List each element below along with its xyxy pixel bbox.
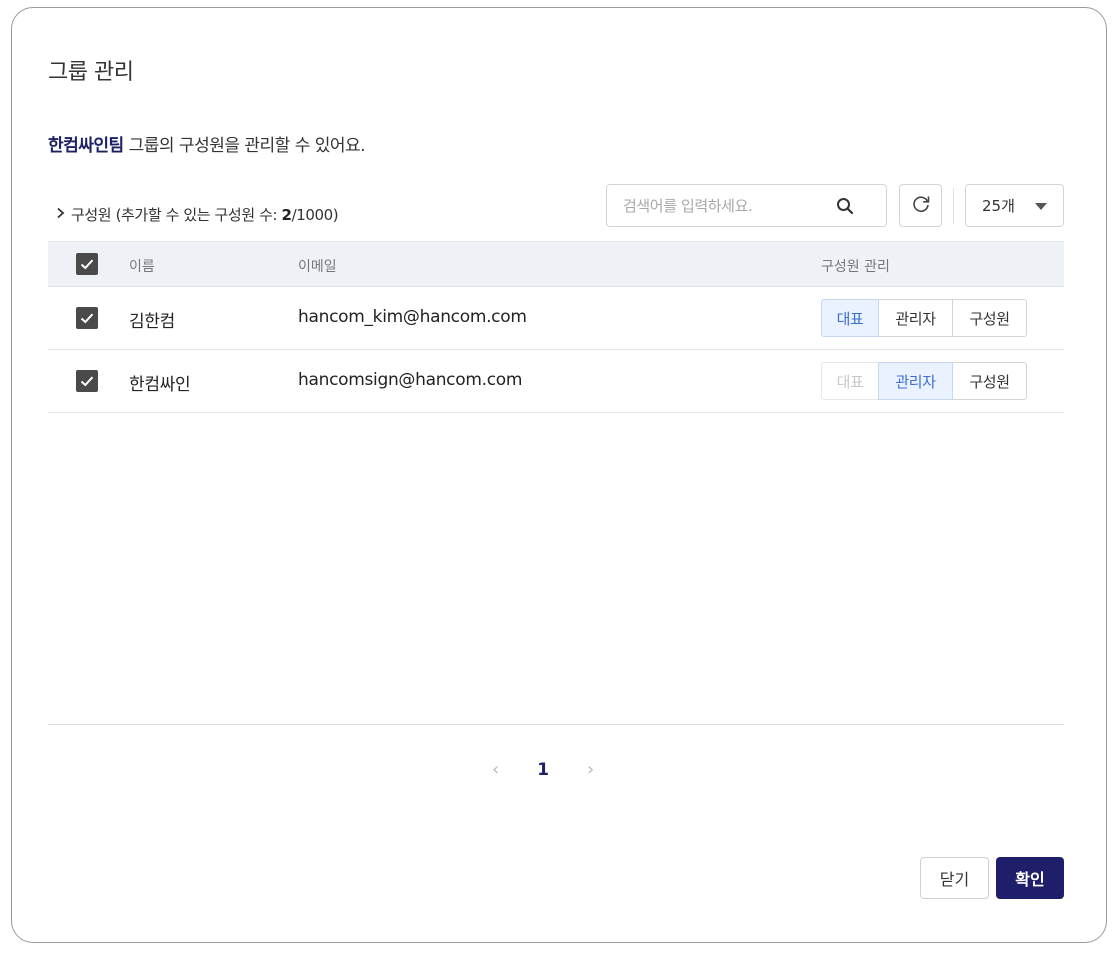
page-size-select[interactable]: 25개 [965,184,1064,227]
page-size-value: 25개 [982,197,1015,215]
member-count: 2 [281,206,292,224]
chevron-right-icon [56,207,65,223]
role-member-button[interactable]: 구성원 [952,299,1027,337]
close-button[interactable]: 닫기 [920,857,989,899]
table-row: 김한컴 hancom_kim@hancom.com 대표 관리자 구성원 [48,287,1064,350]
member-summary-label: 구성원 (추가할 수 있는 구성원 수: 2/1000) [71,204,339,225]
member-email: hancom_kim@hancom.com [298,307,527,327]
check-icon [80,376,94,387]
refresh-button[interactable] [899,184,942,227]
pagination: ‹ 1 › [492,759,594,780]
confirm-button[interactable]: 확인 [996,857,1064,899]
role-owner-button[interactable]: 대표 [821,299,879,337]
member-email: hancomsign@hancom.com [298,370,523,390]
search-icon[interactable] [835,196,855,216]
table-bottom-divider [48,724,1064,725]
row-checkbox[interactable] [76,370,98,392]
summary-prefix: 구성원 (추가할 수 있는 구성원 수: [71,206,282,224]
group-management-dialog: 그룹 관리 한컴싸인팀 그룹의 구성원을 관리할 수 있어요. 구성원 (추가할… [11,7,1107,943]
caret-down-icon [1035,203,1047,210]
role-toggle-group: 대표 관리자 구성원 [821,362,1027,400]
dialog-description: 한컴싸인팀 그룹의 구성원을 관리할 수 있어요. [48,131,366,156]
table-header: 이름 이메일 구성원 관리 [48,241,1064,287]
check-icon [80,259,94,270]
member-name: 한컴싸인 [129,375,191,395]
role-admin-button[interactable]: 관리자 [878,362,953,400]
select-all-checkbox[interactable] [76,253,98,275]
row-checkbox[interactable] [76,307,98,329]
role-owner-button: 대표 [821,362,879,400]
header-role: 구성원 관리 [821,259,890,275]
role-toggle-group: 대표 관리자 구성원 [821,299,1027,337]
toolbar-divider [953,188,954,224]
header-name: 이름 [129,259,155,275]
next-page-button[interactable]: › [587,759,594,780]
members-table: 이름 이메일 구성원 관리 김한컴 hancom_kim@hancom.com … [48,241,1064,413]
check-icon [80,313,94,324]
member-limit: /1000) [291,206,339,224]
search-input[interactable] [623,195,823,217]
page-number-current[interactable]: 1 [537,760,549,780]
role-admin-button[interactable]: 관리자 [878,299,953,337]
dialog-title: 그룹 관리 [48,60,134,85]
role-member-button[interactable]: 구성원 [952,362,1027,400]
member-name: 김한컴 [129,312,176,332]
prev-page-button[interactable]: ‹ [492,759,499,780]
group-name: 한컴싸인팀 [48,136,124,156]
table-row: 한컴싸인 hancomsign@hancom.com 대표 관리자 구성원 [48,350,1064,413]
description-text: 그룹의 구성원을 관리할 수 있어요. [123,136,366,156]
refresh-icon [910,193,932,219]
header-email: 이메일 [298,259,337,275]
search-box [606,184,887,227]
member-summary-toggle[interactable]: 구성원 (추가할 수 있는 구성원 수: 2/1000) [56,204,339,225]
